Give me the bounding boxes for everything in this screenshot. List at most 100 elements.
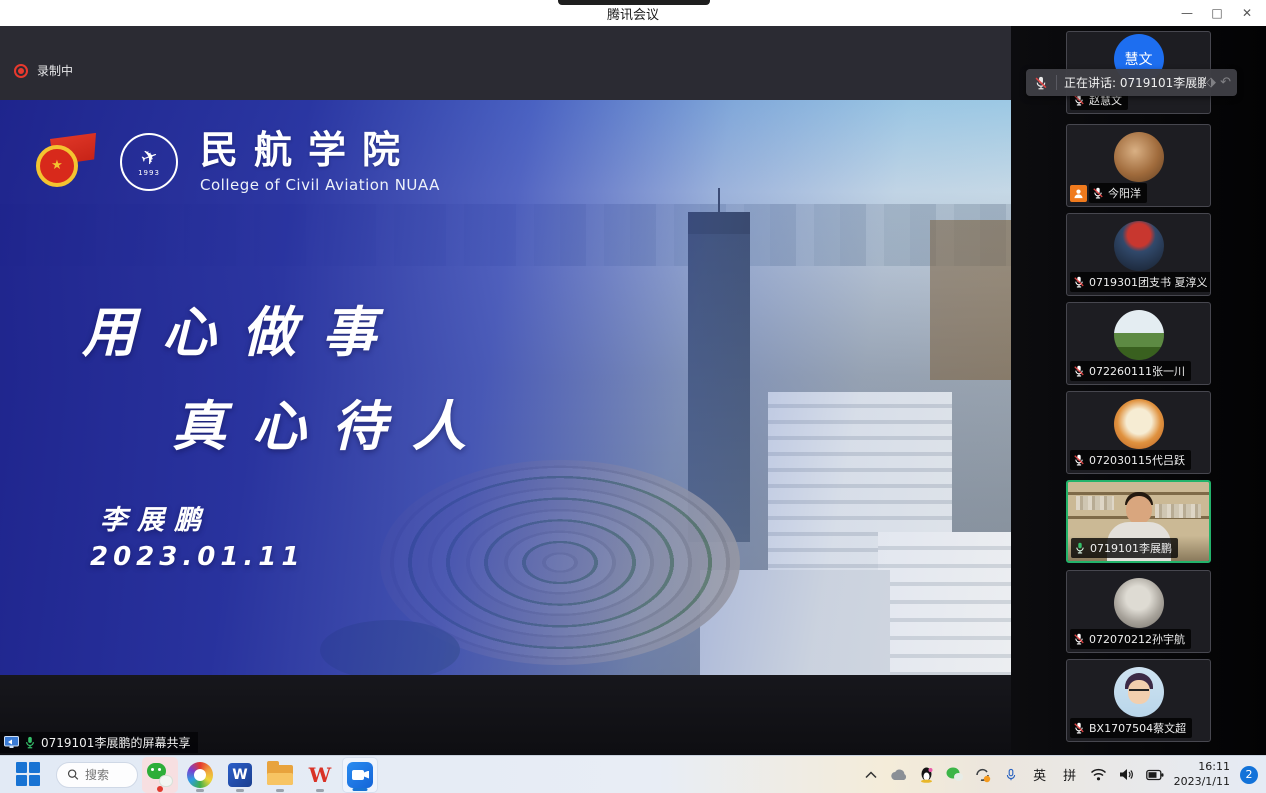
calligraphy-line-1: 用心做事	[82, 288, 402, 367]
meeting-top-bar: 录制中	[0, 26, 1011, 100]
participants-sidebar: 慧文 赵慧文	[1011, 26, 1266, 755]
airplane-icon: ✈	[138, 145, 161, 170]
glasses-icon	[1129, 689, 1149, 694]
mic-active-icon	[24, 736, 36, 749]
window-title: 腾讯会议	[0, 4, 1266, 23]
active-indicator	[353, 788, 368, 791]
avatar	[1114, 667, 1164, 717]
taskbar-search[interactable]	[56, 762, 138, 788]
wechat-tray-icon[interactable]	[946, 766, 964, 784]
participant-tile[interactable]: 今阳洋	[1066, 124, 1211, 207]
org-title-block: 民航学院 College of Civil Aviation NUAA	[200, 130, 440, 194]
monitor-icon	[4, 736, 19, 749]
taskbar-app-word[interactable]: W	[222, 757, 258, 793]
participant-tile[interactable]: 072260111张一川	[1066, 302, 1211, 385]
name-label: BX1707504蔡文超	[1070, 718, 1192, 738]
mic-muted-icon	[1092, 187, 1104, 199]
battery-icon[interactable]	[1146, 766, 1164, 784]
slide-header-logos: ★ ✈ 1993 民航学院 College of Civil Aviation …	[36, 130, 440, 194]
college-seal-icon: ✈ 1993	[120, 133, 178, 191]
participant-tile-active-speaker[interactable]: 0719101李展鹏	[1066, 480, 1211, 563]
qq-icon[interactable]	[918, 766, 936, 784]
running-indicator	[276, 789, 284, 792]
participant-tile[interactable]: BX1707504蔡文超	[1066, 659, 1211, 742]
share-toolbar-collapsed[interactable]	[558, 0, 710, 5]
browser-icon	[187, 762, 213, 788]
clock-date: 2023/1/11	[1174, 775, 1230, 790]
notification-dot	[157, 786, 163, 792]
avatar	[1114, 578, 1164, 628]
minimize-button[interactable]: —	[1172, 0, 1202, 26]
speaking-banner: 正在讲话: 0719101李展鹏; ⬗ ↶	[1026, 69, 1237, 96]
ime-indicator[interactable]: 拼	[1060, 765, 1080, 784]
screen-share-indicator: 0719101李展鹏的屏幕共享	[0, 732, 198, 753]
avatar	[1114, 221, 1164, 271]
avatar	[1114, 132, 1164, 182]
taskbar-app-browser[interactable]	[182, 757, 218, 793]
word-icon: W	[228, 763, 252, 787]
taskbar: W W	[0, 755, 1266, 793]
slide-subtitle-en: College of Civil Aviation NUAA	[200, 176, 440, 194]
search-icon	[67, 768, 79, 781]
avatar	[1114, 399, 1164, 449]
name-label: 0719101李展鹏	[1071, 538, 1178, 558]
clock-time: 16:11	[1174, 760, 1230, 775]
banner-arrow-icons[interactable]: ⬗ ↶	[1206, 75, 1237, 90]
start-button[interactable]	[16, 762, 42, 788]
name-label: 072260111张一川	[1070, 361, 1191, 381]
mic-in-use-icon[interactable]	[1002, 766, 1020, 784]
avatar	[1114, 310, 1164, 360]
notification-count-badge[interactable]: 2	[1240, 766, 1258, 784]
participant-tile[interactable]: 072030115代吕跃	[1066, 391, 1211, 474]
participant-tile[interactable]: 072070212孙宇航	[1066, 570, 1211, 653]
folder-icon	[267, 765, 293, 785]
mic-active-icon	[1074, 542, 1086, 554]
participant-tile[interactable]: 0719301团支书 夏淳义	[1066, 213, 1211, 296]
name-label: 072070212孙宇航	[1070, 629, 1191, 649]
slide-signature: 李展鹏	[100, 498, 211, 537]
star-icon: ★	[51, 159, 63, 172]
maximize-button[interactable]: □	[1202, 0, 1232, 26]
wechat-icon	[147, 763, 173, 787]
slide-date: 2023.01.11	[90, 542, 304, 572]
cloud-icon[interactable]	[890, 766, 908, 784]
hand-raise-badge	[1070, 185, 1087, 202]
share-label: 0719101李展鹏的屏幕共享	[41, 734, 190, 751]
taskbar-app-tencent-meeting[interactable]	[342, 757, 378, 793]
mic-muted-icon	[1073, 276, 1085, 288]
mic-muted-icon	[1073, 633, 1085, 645]
name-label: 0719301团支书 夏淳义	[1070, 272, 1211, 292]
close-button[interactable]: ✕	[1232, 0, 1262, 26]
person-icon	[1073, 188, 1084, 199]
taskbar-app-file-explorer[interactable]	[262, 757, 298, 793]
recording-label: 录制中	[37, 62, 73, 79]
speaking-text: 正在讲话: 0719101李展鹏;	[1057, 74, 1206, 91]
shared-screen-slide: ★ ✈ 1993 民航学院 College of Civil Aviation …	[0, 100, 1011, 675]
taskbar-app-wechat[interactable]	[142, 757, 178, 793]
tray-expand-chevron-icon[interactable]	[862, 766, 880, 784]
calligraphy-line-2: 真心待人	[172, 382, 492, 461]
running-indicator	[236, 789, 244, 792]
app-window: 腾讯会议 — □ ✕ 录制中 ★ ✈	[0, 0, 1266, 793]
speaker-icon[interactable]	[1118, 766, 1136, 784]
language-indicator[interactable]: 英	[1030, 765, 1050, 784]
system-tray: 英 拼	[862, 760, 1266, 790]
wps-icon: W	[309, 763, 331, 787]
slide-title-cn: 民航学院	[200, 130, 440, 172]
wifi-icon[interactable]	[1090, 766, 1108, 784]
mic-muted-icon	[1034, 76, 1048, 90]
seal-year: 1993	[138, 169, 160, 177]
tencent-meeting-icon	[347, 762, 373, 788]
youth-league-emblem-icon: ★	[36, 131, 98, 193]
recording-indicator[interactable]: 录制中	[14, 62, 73, 79]
windows-icon	[16, 762, 27, 773]
mic-muted-icon	[1073, 454, 1085, 466]
search-input[interactable]	[85, 768, 127, 782]
record-icon	[14, 64, 28, 78]
window-controls: — □ ✕	[1172, 0, 1262, 26]
taskbar-app-wps[interactable]: W	[302, 757, 338, 793]
name-label: 072030115代吕跃	[1070, 450, 1191, 470]
taskbar-clock[interactable]: 16:11 2023/1/11	[1174, 760, 1230, 790]
mic-muted-icon	[1073, 722, 1085, 734]
sync-icon[interactable]	[974, 766, 992, 784]
